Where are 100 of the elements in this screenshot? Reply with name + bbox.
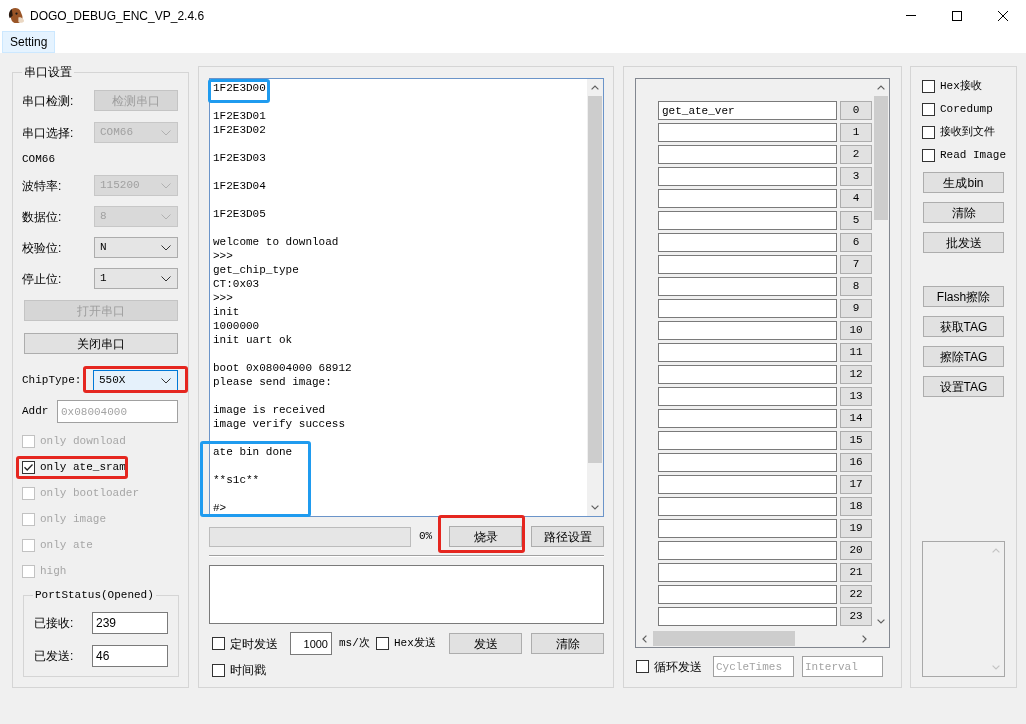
menu-item[interactable]: Setting [2, 31, 56, 53]
command-input[interactable] [658, 563, 837, 582]
index-button[interactable]: 23 [840, 607, 872, 626]
tool-button[interactable]: 获取TAG [923, 316, 1004, 337]
index-button[interactable]: 16 [840, 453, 872, 472]
command-input[interactable] [658, 409, 837, 428]
checkbox[interactable] [376, 637, 389, 650]
command-input[interactable] [658, 189, 837, 208]
command-input[interactable] [658, 233, 837, 252]
command-input[interactable] [658, 453, 837, 472]
checkbox[interactable] [922, 149, 935, 162]
command-input[interactable] [658, 167, 837, 186]
log-line: 1000000 [213, 319, 260, 333]
tool-button[interactable]: 擦除TAG [923, 346, 1004, 367]
command-input[interactable] [658, 343, 837, 362]
command-input[interactable] [658, 519, 837, 538]
checkbox[interactable] [22, 460, 35, 474]
index-button[interactable]: 2 [840, 145, 872, 164]
checkbox[interactable] [922, 103, 935, 116]
index-button[interactable]: 12 [840, 365, 872, 384]
index-button[interactable]: 22 [840, 585, 872, 604]
index-button[interactable]: 3 [840, 167, 872, 186]
index-button[interactable]: 4 [840, 189, 872, 208]
checkbox[interactable] [922, 126, 935, 139]
vertical-scrollbar[interactable] [587, 79, 603, 516]
command-input[interactable] [658, 497, 837, 516]
checkbox[interactable] [636, 660, 649, 673]
tool-button[interactable]: 生成bin [923, 172, 1004, 193]
path-settings-button[interactable]: 路径设置 [531, 526, 604, 547]
minimize-icon [906, 15, 916, 16]
index-button[interactable]: 1 [840, 123, 872, 142]
dropdown[interactable]: 550X [93, 370, 178, 391]
chevron-right-icon[interactable] [862, 634, 867, 643]
checkbox-label: only ate [40, 537, 93, 553]
log-line: **s1c** [213, 473, 260, 487]
index-button[interactable]: 0 [840, 101, 872, 120]
checkbox[interactable] [212, 663, 225, 677]
dropdown[interactable]: N [94, 237, 178, 258]
send-input[interactable] [209, 565, 604, 624]
count-input[interactable]: 239 [92, 612, 168, 634]
index-button[interactable]: 9 [840, 299, 872, 318]
checkbox[interactable] [212, 637, 225, 650]
index-button[interactable]: 20 [840, 541, 872, 560]
command-input[interactable] [658, 255, 837, 274]
scrollbar-thumb[interactable] [874, 96, 888, 220]
command-input[interactable]: get_ate_ver [658, 101, 837, 120]
clear-button[interactable]: 清除 [531, 633, 604, 654]
index-button[interactable]: 6 [840, 233, 872, 252]
command-input[interactable] [658, 475, 837, 494]
port-button[interactable]: 关闭串口 [24, 333, 178, 354]
command-input[interactable] [658, 431, 837, 450]
index-button[interactable]: 21 [840, 563, 872, 582]
interval-input[interactable]: 1000 [290, 632, 332, 655]
index-button[interactable]: 7 [840, 255, 872, 274]
index-button[interactable]: 10 [840, 321, 872, 340]
index-button[interactable]: 17 [840, 475, 872, 494]
checkbox[interactable] [922, 80, 935, 93]
chevron-up-icon[interactable] [877, 85, 885, 90]
chevron-left-icon[interactable] [642, 634, 647, 643]
scrollbar-thumb[interactable] [653, 631, 795, 646]
cycle-times-input[interactable]: CycleTimes [713, 656, 794, 677]
progress-percent: 0% [419, 529, 434, 545]
chevron-down-icon [161, 377, 171, 384]
interval-input[interactable]: Interval [802, 656, 883, 677]
index-button[interactable]: 8 [840, 277, 872, 296]
tool-button[interactable]: 批发送 [923, 232, 1004, 253]
command-input[interactable] [658, 145, 837, 164]
send-button[interactable]: 发送 [449, 633, 522, 654]
index-button[interactable]: 11 [840, 343, 872, 362]
address-input[interactable]: 0x08004000 [57, 400, 178, 423]
checkbox-label: Coredump [940, 102, 993, 118]
burn-button[interactable]: 烧录 [449, 526, 522, 547]
scrollbar-thumb[interactable] [588, 96, 602, 463]
command-input[interactable] [658, 607, 837, 626]
command-input[interactable] [658, 321, 837, 340]
chevron-down-icon[interactable] [591, 505, 599, 510]
command-input[interactable] [658, 123, 837, 142]
tool-button[interactable]: 设置TAG [923, 376, 1004, 397]
command-input[interactable] [658, 365, 837, 384]
tool-button[interactable]: Flash擦除 [923, 286, 1004, 307]
index-button[interactable]: 15 [840, 431, 872, 450]
command-input[interactable] [658, 387, 837, 406]
index-button[interactable]: 19 [840, 519, 872, 538]
dropdown[interactable]: 1 [94, 268, 178, 289]
index-button[interactable]: 14 [840, 409, 872, 428]
command-input[interactable] [658, 211, 837, 230]
checkbox-label: only ate_sram [40, 459, 126, 475]
chevron-down-icon [161, 213, 171, 220]
command-input[interactable] [658, 299, 837, 318]
index-button[interactable]: 18 [840, 497, 872, 516]
chevron-up-icon[interactable] [591, 85, 599, 90]
checkbox-label: only image [40, 511, 106, 527]
index-button[interactable]: 5 [840, 211, 872, 230]
tool-button[interactable]: 清除 [923, 202, 1004, 223]
chevron-down-icon[interactable] [877, 619, 885, 624]
command-input[interactable] [658, 585, 837, 604]
index-button[interactable]: 13 [840, 387, 872, 406]
count-input[interactable]: 46 [92, 645, 168, 667]
command-input[interactable] [658, 277, 837, 296]
command-input[interactable] [658, 541, 837, 560]
